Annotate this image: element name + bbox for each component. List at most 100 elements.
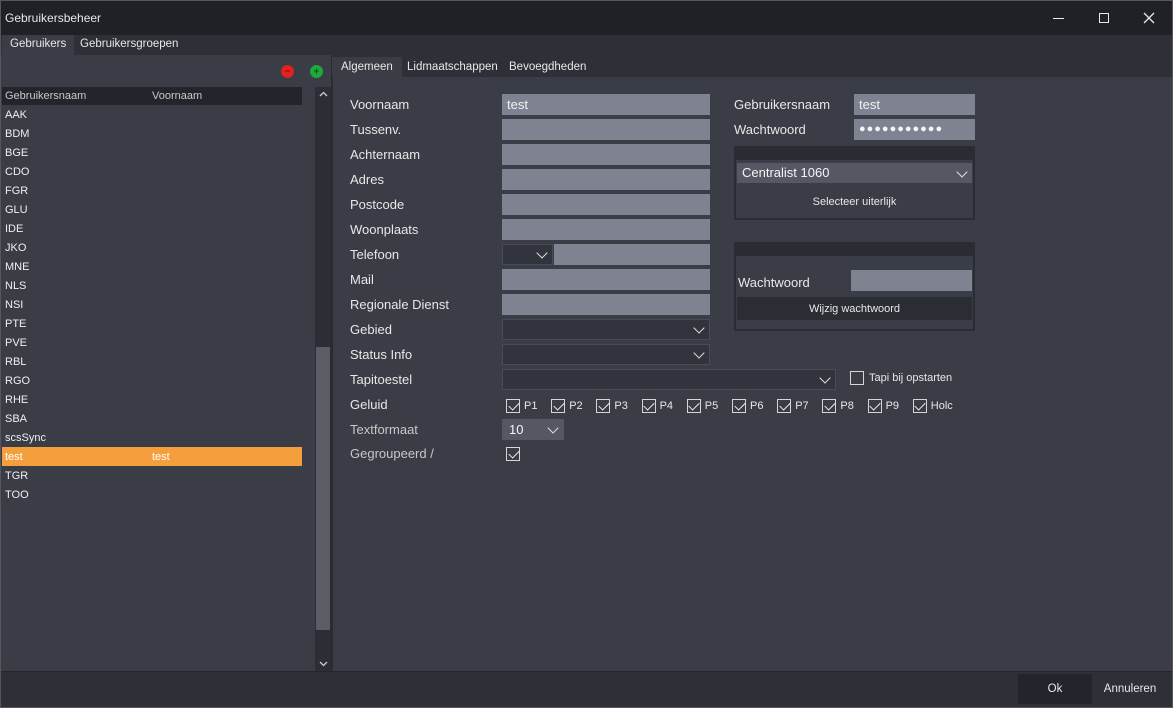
table-row[interactable]: RHE bbox=[2, 390, 302, 409]
table-row[interactable]: TGR bbox=[2, 466, 302, 485]
appearance-select[interactable]: Centralist 1060 bbox=[737, 163, 972, 183]
table-row[interactable]: JKO bbox=[2, 238, 302, 257]
geluid-checkbox-p4[interactable] bbox=[641, 399, 656, 413]
label-postcode: Postcode bbox=[350, 197, 405, 212]
table-row[interactable]: RGO bbox=[2, 371, 302, 390]
geluid-label-p2: P2 bbox=[569, 400, 583, 412]
vertical-scrollbar[interactable] bbox=[315, 87, 331, 671]
cell-username: NSI bbox=[5, 298, 24, 311]
postcode-input[interactable] bbox=[502, 194, 710, 215]
wachtwoord-input[interactable]: ●●●●●●●●●●● bbox=[854, 119, 975, 140]
tab-algemeen[interactable]: Algemeen bbox=[332, 57, 402, 77]
cancel-button[interactable]: Annuleren bbox=[1094, 674, 1166, 704]
window-title: Gebruikersbeheer bbox=[5, 11, 102, 25]
table-row[interactable]: GLU bbox=[2, 200, 302, 219]
table-row[interactable]: FGR bbox=[2, 181, 302, 200]
ok-button[interactable]: Ok bbox=[1018, 674, 1092, 704]
woonplaats-input[interactable] bbox=[502, 219, 710, 240]
table-row[interactable]: PTE bbox=[2, 314, 302, 333]
table-row[interactable]: NSI bbox=[2, 295, 302, 314]
gebruikersnaam-input[interactable]: test bbox=[854, 94, 975, 115]
cell-username: GLU bbox=[5, 203, 28, 216]
chevron-down-icon bbox=[547, 422, 559, 434]
geluid-checkbox-p1[interactable] bbox=[506, 399, 520, 413]
table-row[interactable]: MNE bbox=[2, 257, 302, 276]
chevron-down-icon bbox=[956, 166, 968, 178]
scroll-up-button[interactable] bbox=[315, 87, 331, 101]
table-row[interactable]: RBL bbox=[2, 352, 302, 371]
close-icon bbox=[1143, 12, 1155, 24]
chevron-down-icon bbox=[693, 322, 705, 334]
detail-tab-strip: Algemeen Lidmaatschappen Bevoegdheden bbox=[332, 55, 1172, 77]
scroll-down-button[interactable] bbox=[315, 657, 331, 671]
geluid-checkbox-p2[interactable] bbox=[551, 399, 566, 413]
label-gebied: Gebied bbox=[350, 322, 392, 337]
geluid-checkbox-p7[interactable] bbox=[777, 399, 792, 413]
table-row[interactable]: PVE bbox=[2, 333, 302, 352]
geluid-label-holc: Holc bbox=[930, 400, 953, 412]
gegroupeerd-checkbox[interactable] bbox=[506, 447, 520, 461]
telefoon-type-dropdown[interactable] bbox=[502, 244, 553, 265]
textformaat-value: 10 bbox=[509, 422, 524, 437]
cell-username: CDO bbox=[5, 165, 30, 178]
table-row[interactable]: AAK bbox=[2, 105, 302, 124]
geluid-checkbox-p3[interactable] bbox=[596, 399, 611, 413]
table-row[interactable]: CDO bbox=[2, 162, 302, 181]
tab-lidmaatschappen[interactable]: Lidmaatschappen bbox=[398, 57, 507, 77]
tapi-bij-opstarten-checkbox[interactable] bbox=[850, 371, 864, 385]
tab-bevoegdheden[interactable]: Bevoegdheden bbox=[500, 57, 595, 77]
geluid-checkbox-p9[interactable] bbox=[867, 399, 882, 413]
geluid-checkbox-p8[interactable] bbox=[822, 399, 837, 413]
table-row[interactable]: NLS bbox=[2, 276, 302, 295]
minus-icon: − bbox=[284, 66, 291, 76]
tapi-bij-opstarten-label: Tapi bij opstarten bbox=[869, 372, 953, 384]
gebied-dropdown[interactable] bbox=[502, 319, 710, 340]
table-row[interactable]: test test bbox=[2, 447, 302, 466]
table-row[interactable]: TOO bbox=[2, 485, 302, 504]
change-password-button[interactable]: Wijzig wachtwoord bbox=[737, 297, 972, 320]
minimize-button[interactable] bbox=[1035, 1, 1081, 35]
voornaam-input[interactable]: test bbox=[502, 94, 710, 115]
status-info-dropdown[interactable] bbox=[502, 344, 710, 365]
geluid-checkbox-p5[interactable] bbox=[686, 399, 701, 413]
select-appearance-button[interactable]: Selecteer uiterlijk bbox=[737, 186, 972, 218]
remove-user-button[interactable]: − bbox=[281, 65, 294, 78]
label-textformaat: Textformaat bbox=[350, 422, 418, 437]
close-button[interactable] bbox=[1126, 1, 1172, 35]
column-header-firstname[interactable]: Voornaam bbox=[152, 90, 302, 102]
cell-username: RGO bbox=[5, 374, 31, 387]
geluid-label-p3: P3 bbox=[614, 400, 628, 412]
tapitoestel-dropdown[interactable] bbox=[502, 369, 836, 390]
tab-gebruikersgroepen[interactable]: Gebruikersgroepen bbox=[72, 35, 186, 55]
textformaat-dropdown[interactable]: 10 bbox=[502, 419, 564, 440]
adres-input[interactable] bbox=[502, 169, 710, 190]
geluid-checkbox-p6[interactable] bbox=[732, 399, 746, 413]
table-row[interactable]: BDM bbox=[2, 124, 302, 143]
column-header-username[interactable]: Gebruikersnaam bbox=[2, 90, 152, 102]
tab-gebruikers[interactable]: Gebruikers bbox=[2, 35, 75, 55]
table-row[interactable]: BGE bbox=[2, 143, 302, 162]
table-row[interactable]: SBA bbox=[2, 409, 302, 428]
table-row[interactable]: scsSync bbox=[2, 428, 302, 447]
tussenv-input[interactable] bbox=[502, 119, 710, 140]
label-mail: Mail bbox=[350, 272, 374, 287]
add-user-button[interactable]: + bbox=[310, 65, 323, 78]
geluid-label-p9: P9 bbox=[885, 400, 900, 412]
geluid-label-p7: P7 bbox=[795, 400, 809, 412]
table-header: Gebruikersnaam Voornaam bbox=[2, 87, 302, 105]
change-password-group: Wachtwoord Wijzig wachtwoord bbox=[734, 242, 975, 331]
telefoon-input[interactable] bbox=[554, 244, 710, 265]
minimize-icon bbox=[1052, 17, 1064, 19]
regionale-dienst-input[interactable] bbox=[502, 294, 710, 315]
mail-input[interactable] bbox=[502, 269, 710, 290]
achternaam-input[interactable] bbox=[502, 144, 710, 165]
new-password-input[interactable] bbox=[851, 270, 972, 291]
chevron-down-icon bbox=[693, 347, 705, 359]
appearance-group: Centralist 1060 Selecteer uiterlijk bbox=[734, 146, 975, 220]
scroll-thumb[interactable] bbox=[316, 347, 330, 630]
geluid-checkbox-holc[interactable] bbox=[912, 399, 927, 413]
table-row[interactable]: IDE bbox=[2, 219, 302, 238]
maximize-button[interactable] bbox=[1081, 1, 1127, 35]
appearance-group-header bbox=[736, 148, 973, 160]
label-geluid: Geluid bbox=[350, 397, 388, 412]
